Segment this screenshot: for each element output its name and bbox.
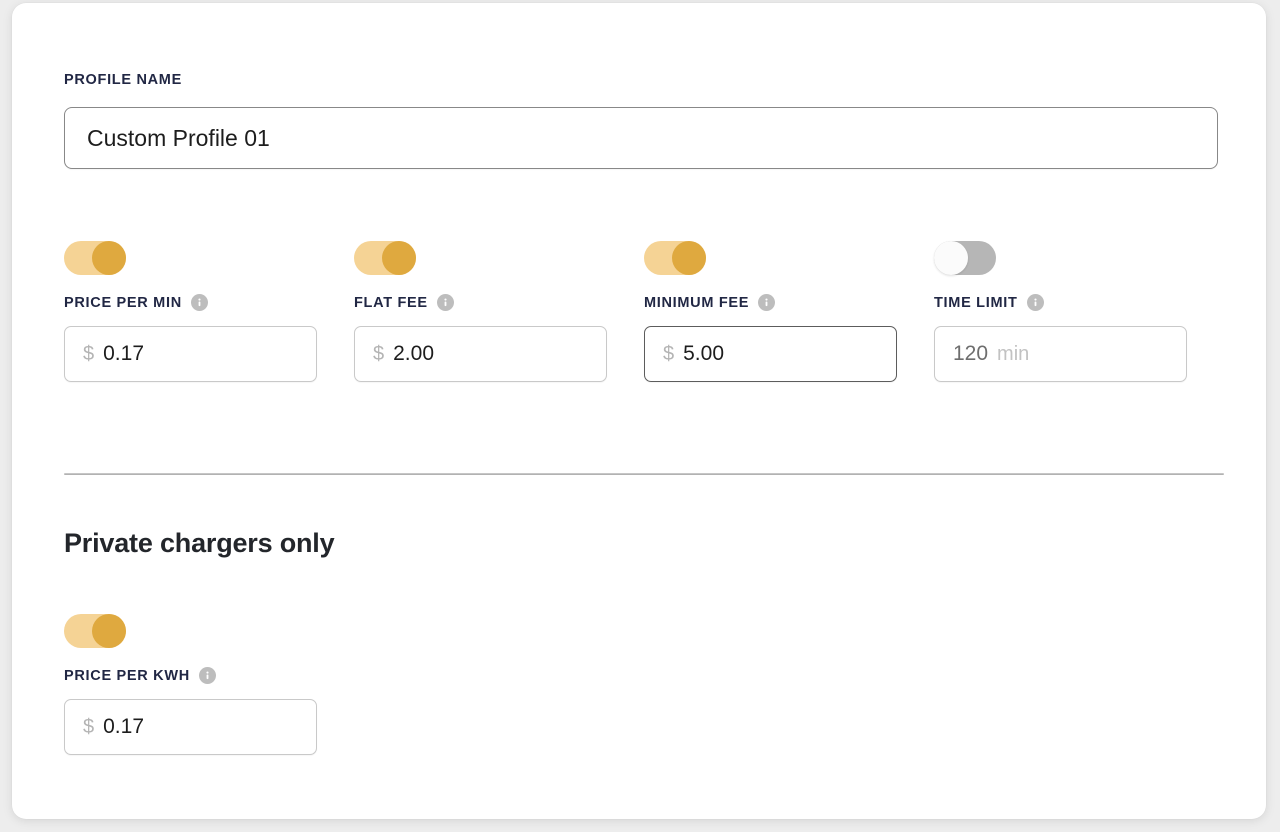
field-minimum-fee: MINIMUM FEE $ 5.00: [644, 241, 934, 382]
section-heading: Private chargers only: [64, 528, 335, 558]
profile-name-label-text: PROFILE NAME: [64, 72, 182, 88]
profile-name-value: Custom Profile 01: [87, 124, 270, 151]
label-flat-fee: FLAT FEE: [354, 294, 644, 311]
settings-card: PROFILE NAME Custom Profile 01 PRICE PER…: [12, 3, 1266, 819]
label-minimum-fee: MINIMUM FEE: [644, 294, 934, 311]
toggle-knob: [672, 241, 706, 275]
input-minimum-fee[interactable]: $ 5.00: [644, 326, 897, 382]
toggle-price-per-kwh[interactable]: [64, 614, 126, 648]
input-flat-fee[interactable]: $ 2.00: [354, 326, 607, 382]
profile-name-label: PROFILE NAME: [64, 72, 182, 88]
info-icon[interactable]: [190, 294, 208, 311]
info-icon[interactable]: [758, 294, 776, 311]
currency-symbol: $: [83, 715, 95, 738]
input-price-per-kwh[interactable]: $ 0.17: [64, 699, 317, 755]
toggle-knob: [92, 241, 126, 275]
toggle-knob: [92, 614, 126, 648]
unit-minutes: min: [997, 342, 1030, 365]
label-flat-fee-text: FLAT FEE: [354, 294, 428, 311]
value-price-per-min: 0.17: [103, 342, 144, 365]
info-icon[interactable]: [198, 667, 216, 684]
toggle-time-limit[interactable]: [934, 241, 996, 275]
field-price-per-min: PRICE PER MIN $ 0.17: [64, 241, 354, 382]
field-price-per-kwh: PRICE PER KWH $ 0.17: [64, 614, 317, 755]
toggle-knob: [934, 241, 968, 275]
currency-symbol: $: [663, 342, 675, 365]
label-price-per-min: PRICE PER MIN: [64, 294, 354, 311]
label-minimum-fee-text: MINIMUM FEE: [644, 294, 750, 311]
section-divider: [64, 473, 1224, 475]
currency-symbol: $: [83, 342, 95, 365]
info-icon[interactable]: [1026, 294, 1044, 311]
input-time-limit[interactable]: 120 min: [934, 326, 1187, 382]
toggle-price-per-min[interactable]: [64, 241, 126, 275]
value-flat-fee: 2.00: [393, 342, 434, 365]
profile-name-input[interactable]: Custom Profile 01: [64, 107, 1218, 169]
field-time-limit: TIME LIMIT 120 min: [934, 241, 1224, 382]
label-price-per-kwh-text: PRICE PER KWH: [64, 667, 190, 684]
value-time-limit: 120: [953, 342, 989, 365]
label-time-limit: TIME LIMIT: [934, 294, 1224, 311]
toggle-flat-fee[interactable]: [354, 241, 416, 275]
value-price-per-kwh: 0.17: [103, 715, 144, 738]
label-price-per-min-text: PRICE PER MIN: [64, 294, 182, 311]
toggle-knob: [382, 241, 416, 275]
value-minimum-fee: 5.00: [683, 342, 724, 365]
pricing-fields-row: PRICE PER MIN $ 0.17 FLAT FEE $ 2.00 MIN…: [64, 241, 1224, 382]
info-icon[interactable]: [436, 294, 454, 311]
field-flat-fee: FLAT FEE $ 2.00: [354, 241, 644, 382]
toggle-minimum-fee[interactable]: [644, 241, 706, 275]
label-time-limit-text: TIME LIMIT: [934, 294, 1018, 311]
currency-symbol: $: [373, 342, 385, 365]
input-price-per-min[interactable]: $ 0.17: [64, 326, 317, 382]
label-price-per-kwh: PRICE PER KWH: [64, 667, 317, 684]
